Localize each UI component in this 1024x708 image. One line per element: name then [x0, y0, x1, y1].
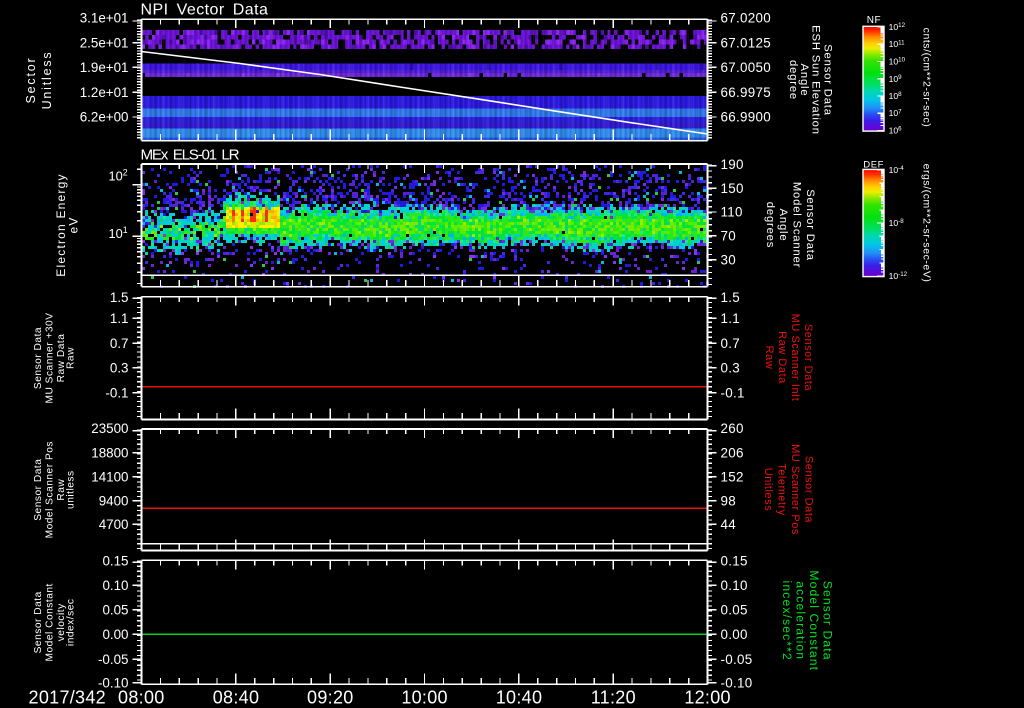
svg-text:152: 152 [721, 470, 744, 485]
svg-text:11:20: 11:20 [591, 688, 636, 708]
svg-text:-0.05: -0.05 [721, 652, 753, 667]
svg-text:18800: 18800 [91, 446, 128, 461]
svg-text:Raw Data: Raw Data [776, 331, 788, 384]
svg-text:70: 70 [721, 229, 737, 244]
svg-text:ESH Sun Elevation: ESH Sun Elevation [810, 25, 822, 135]
svg-text:Model Scanner Pos: Model Scanner Pos [45, 441, 56, 538]
svg-text:Model Constant: Model Constant [45, 583, 56, 661]
svg-text:23500: 23500 [91, 421, 128, 436]
svg-text:67.0200: 67.0200 [721, 11, 772, 26]
svg-text:Unitless: Unitless [762, 468, 774, 512]
svg-text:08:00: 08:00 [118, 688, 165, 708]
svg-text:Sensor Data: Sensor Data [33, 459, 44, 521]
svg-text:-0.1: -0.1 [721, 385, 745, 400]
svg-text:08:40: 08:40 [213, 688, 260, 708]
svg-text:MEx ELS-01 LR: MEx ELS-01 LR [141, 146, 240, 163]
svg-text:Sensor Data: Sensor Data [803, 456, 815, 524]
svg-text:0.00: 0.00 [721, 627, 748, 642]
svg-text:0.05: 0.05 [721, 603, 748, 618]
svg-text:4700: 4700 [99, 517, 129, 532]
svg-text:10:40: 10:40 [496, 688, 543, 708]
svg-text:NF: NF [867, 15, 882, 26]
svg-text:0.10: 0.10 [102, 578, 128, 593]
svg-text:2.5e+01: 2.5e+01 [80, 35, 129, 50]
svg-text:MU Scanner +30V: MU Scanner +30V [45, 312, 56, 403]
svg-text:MU Scanner InIt: MU Scanner InIt [789, 314, 801, 402]
svg-text:0.15: 0.15 [102, 554, 128, 569]
svg-text:14100: 14100 [91, 470, 128, 485]
svg-text:66.9975: 66.9975 [721, 85, 772, 100]
svg-text:1.5: 1.5 [721, 290, 741, 305]
svg-text:2017/342: 2017/342 [29, 688, 106, 708]
svg-text:0.3: 0.3 [110, 361, 129, 376]
svg-text:Model Scanner: Model Scanner [791, 182, 803, 268]
svg-text:66.9900: 66.9900 [721, 110, 772, 125]
svg-text:eV: eV [67, 216, 81, 233]
svg-text:Sensor Data: Sensor Data [33, 327, 44, 389]
svg-text:Sensor Data: Sensor Data [821, 44, 833, 116]
svg-text:0.10: 0.10 [721, 578, 748, 593]
svg-text:MU Scanner Pos: MU Scanner Pos [789, 444, 801, 535]
svg-text:98: 98 [721, 493, 737, 508]
svg-text:1.1: 1.1 [721, 311, 741, 326]
svg-text:degree: degree [787, 60, 799, 100]
svg-text:150: 150 [721, 181, 744, 196]
svg-text:10:00: 10:00 [401, 688, 448, 708]
svg-text:12:00: 12:00 [684, 688, 731, 708]
svg-text:3.1e+01: 3.1e+01 [80, 11, 129, 26]
svg-text:unitless: unitless [66, 470, 77, 509]
svg-text:index/sec: index/sec [66, 599, 77, 647]
svg-text:Model Constant: Model Constant [807, 570, 821, 671]
svg-text:1.1: 1.1 [110, 311, 129, 326]
svg-text:cnts/(cm**2-sr-sec): cnts/(cm**2-sr-sec) [921, 28, 933, 128]
svg-text:Angle: Angle [777, 209, 789, 242]
svg-text:Raw: Raw [66, 347, 77, 369]
svg-text:0.3: 0.3 [721, 361, 741, 376]
svg-text:incex/sec**2: incex/sec**2 [780, 581, 794, 661]
svg-text:190: 190 [721, 157, 744, 172]
svg-text:ergs/(cm**2-sr-sec-eV): ergs/(cm**2-sr-sec-eV) [921, 164, 933, 283]
svg-text:0.00: 0.00 [102, 627, 128, 642]
svg-text:09:20: 09:20 [307, 688, 354, 708]
svg-text:acceleration: acceleration [794, 581, 808, 660]
svg-text:0.7: 0.7 [721, 336, 741, 351]
svg-text:Sensor Data: Sensor Data [802, 324, 814, 392]
svg-text:Sensor Data: Sensor Data [33, 591, 44, 653]
svg-text:0.15: 0.15 [721, 554, 748, 569]
svg-text:6.2e+00: 6.2e+00 [80, 110, 129, 125]
svg-text:Unitless: Unitless [40, 51, 54, 110]
svg-text:260: 260 [721, 421, 744, 436]
svg-text:1.2e+01: 1.2e+01 [80, 85, 129, 100]
svg-text:Telemetry: Telemetry [776, 463, 788, 516]
svg-text:0.7: 0.7 [110, 336, 129, 351]
svg-text:Sensor Data: Sensor Data [821, 581, 835, 661]
svg-text:-0.1: -0.1 [105, 385, 128, 400]
svg-text:Raw: Raw [763, 346, 775, 370]
svg-text:Sector: Sector [24, 57, 38, 104]
svg-text:44: 44 [721, 517, 737, 532]
svg-text:110: 110 [721, 205, 743, 220]
svg-text:1.9e+01: 1.9e+01 [80, 60, 129, 75]
svg-text:206: 206 [721, 446, 744, 461]
svg-text:30: 30 [721, 252, 737, 267]
svg-text:Angle: Angle [798, 64, 810, 97]
svg-text:67.0050: 67.0050 [721, 60, 772, 75]
svg-text:1.5: 1.5 [110, 290, 129, 305]
svg-text:9400: 9400 [99, 493, 129, 508]
svg-text:Sensor Data: Sensor Data [804, 189, 816, 261]
svg-text:NPI Vector Data: NPI Vector Data [141, 2, 269, 19]
svg-text:0.05: 0.05 [102, 603, 128, 618]
svg-text:degrees: degrees [764, 202, 776, 248]
svg-text:-0.05: -0.05 [98, 652, 129, 667]
svg-text:DEF: DEF [863, 160, 884, 171]
svg-text:67.0125: 67.0125 [721, 35, 772, 50]
